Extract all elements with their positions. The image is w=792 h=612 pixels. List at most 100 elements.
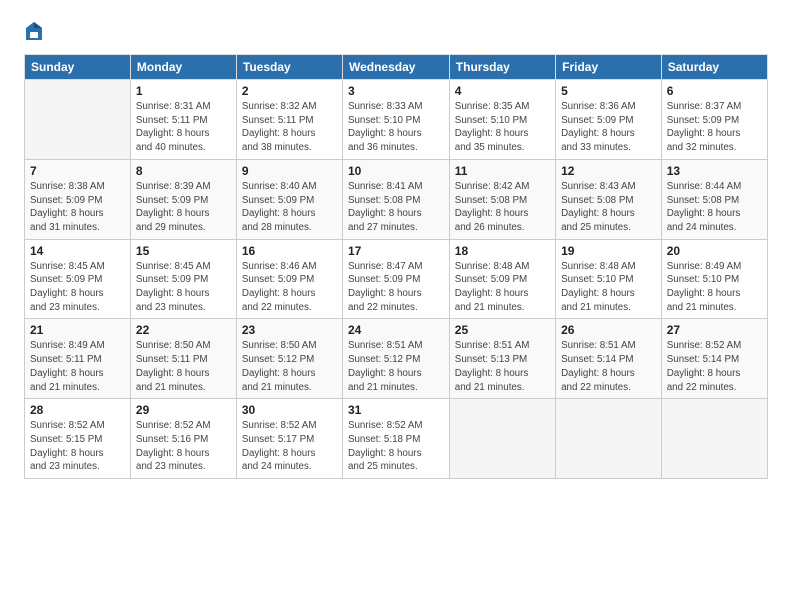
day-number: 12 (561, 164, 656, 178)
day-info: Sunrise: 8:52 AM Sunset: 5:15 PM Dayligh… (30, 419, 125, 474)
weekday-saturday: Saturday (661, 55, 767, 80)
calendar-body: 1 Sunrise: 8:31 AM Sunset: 5:11 PM Daylig… (25, 80, 768, 479)
day-number: 11 (455, 164, 550, 178)
day-cell: 21 Sunrise: 8:49 AM Sunset: 5:11 PM Dayli… (25, 319, 131, 399)
day-number: 29 (136, 403, 231, 417)
day-info: Sunrise: 8:52 AM Sunset: 5:16 PM Dayligh… (136, 419, 231, 474)
week-row-1: 1 Sunrise: 8:31 AM Sunset: 5:11 PM Daylig… (25, 80, 768, 160)
day-info: Sunrise: 8:44 AM Sunset: 5:08 PM Dayligh… (667, 180, 762, 235)
day-info: Sunrise: 8:46 AM Sunset: 5:09 PM Dayligh… (242, 260, 337, 315)
day-cell: 24Sunrise: 8:51 AM Sunset: 5:12 PM Dayli… (342, 319, 449, 399)
day-info: Sunrise: 8:40 AM Sunset: 5:09 PM Dayligh… (242, 180, 337, 235)
week-row-2: 7 Sunrise: 8:38 AM Sunset: 5:09 PM Daylig… (25, 159, 768, 239)
day-cell: 29 Sunrise: 8:52 AM Sunset: 5:16 PM Dayli… (130, 399, 236, 479)
day-number: 3 (348, 84, 444, 98)
day-number: 23 (242, 323, 337, 337)
day-cell: 13 Sunrise: 8:44 AM Sunset: 5:08 PM Dayli… (661, 159, 767, 239)
header (24, 20, 768, 42)
day-info: Sunrise: 8:37 AM Sunset: 5:09 PM Dayligh… (667, 100, 762, 155)
day-number: 28 (30, 403, 125, 417)
day-cell: 6 Sunrise: 8:37 AM Sunset: 5:09 PM Daylig… (661, 80, 767, 160)
day-number: 5 (561, 84, 656, 98)
weekday-wednesday: Wednesday (342, 55, 449, 80)
weekday-sunday: Sunday (25, 55, 131, 80)
day-cell: 12Sunrise: 8:43 AM Sunset: 5:08 PM Dayli… (556, 159, 662, 239)
weekday-thursday: Thursday (449, 55, 555, 80)
logo-icon (24, 20, 44, 42)
day-info: Sunrise: 8:42 AM Sunset: 5:08 PM Dayligh… (455, 180, 550, 235)
day-cell: 27Sunrise: 8:52 AM Sunset: 5:14 PM Dayli… (661, 319, 767, 399)
day-number: 2 (242, 84, 337, 98)
day-number: 25 (455, 323, 550, 337)
day-cell (556, 399, 662, 479)
day-cell: 25 Sunrise: 8:51 AM Sunset: 5:13 PM Dayli… (449, 319, 555, 399)
day-cell: 15 Sunrise: 8:45 AM Sunset: 5:09 PM Dayli… (130, 239, 236, 319)
day-cell: 10Sunrise: 8:41 AM Sunset: 5:08 PM Dayli… (342, 159, 449, 239)
day-info: Sunrise: 8:39 AM Sunset: 5:09 PM Dayligh… (136, 180, 231, 235)
day-cell: 28 Sunrise: 8:52 AM Sunset: 5:15 PM Dayli… (25, 399, 131, 479)
day-number: 16 (242, 244, 337, 258)
calendar-table: SundayMondayTuesdayWednesdayThursdayFrid… (24, 54, 768, 479)
day-info: Sunrise: 8:51 AM Sunset: 5:14 PM Dayligh… (561, 339, 656, 394)
day-cell: 9 Sunrise: 8:40 AM Sunset: 5:09 PM Daylig… (236, 159, 342, 239)
day-info: Sunrise: 8:51 AM Sunset: 5:12 PM Dayligh… (348, 339, 444, 394)
day-info: Sunrise: 8:45 AM Sunset: 5:09 PM Dayligh… (30, 260, 125, 315)
day-number: 4 (455, 84, 550, 98)
day-number: 13 (667, 164, 762, 178)
day-cell (449, 399, 555, 479)
day-cell: 4 Sunrise: 8:35 AM Sunset: 5:10 PM Daylig… (449, 80, 555, 160)
day-cell (25, 80, 131, 160)
day-cell: 16 Sunrise: 8:46 AM Sunset: 5:09 PM Dayli… (236, 239, 342, 319)
day-cell: 7 Sunrise: 8:38 AM Sunset: 5:09 PM Daylig… (25, 159, 131, 239)
day-cell: 2Sunrise: 8:32 AM Sunset: 5:11 PM Daylig… (236, 80, 342, 160)
day-number: 7 (30, 164, 125, 178)
day-number: 6 (667, 84, 762, 98)
day-cell: 14 Sunrise: 8:45 AM Sunset: 5:09 PM Dayli… (25, 239, 131, 319)
day-cell (661, 399, 767, 479)
day-number: 22 (136, 323, 231, 337)
day-number: 27 (667, 323, 762, 337)
day-info: Sunrise: 8:35 AM Sunset: 5:10 PM Dayligh… (455, 100, 550, 155)
day-info: Sunrise: 8:31 AM Sunset: 5:11 PM Dayligh… (136, 100, 231, 155)
day-info: Sunrise: 8:33 AM Sunset: 5:10 PM Dayligh… (348, 100, 444, 155)
day-number: 21 (30, 323, 125, 337)
day-cell: 3 Sunrise: 8:33 AM Sunset: 5:10 PM Daylig… (342, 80, 449, 160)
day-info: Sunrise: 8:48 AM Sunset: 5:09 PM Dayligh… (455, 260, 550, 315)
week-row-4: 21 Sunrise: 8:49 AM Sunset: 5:11 PM Dayli… (25, 319, 768, 399)
day-number: 31 (348, 403, 444, 417)
day-number: 30 (242, 403, 337, 417)
day-number: 9 (242, 164, 337, 178)
day-info: Sunrise: 8:52 AM Sunset: 5:18 PM Dayligh… (348, 419, 444, 474)
day-info: Sunrise: 8:49 AM Sunset: 5:11 PM Dayligh… (30, 339, 125, 394)
day-cell: 17 Sunrise: 8:47 AM Sunset: 5:09 PM Dayli… (342, 239, 449, 319)
day-number: 1 (136, 84, 231, 98)
day-cell: 1 Sunrise: 8:31 AM Sunset: 5:11 PM Daylig… (130, 80, 236, 160)
day-cell: 20 Sunrise: 8:49 AM Sunset: 5:10 PM Dayli… (661, 239, 767, 319)
day-number: 10 (348, 164, 444, 178)
day-number: 14 (30, 244, 125, 258)
logo (24, 20, 46, 42)
day-info: Sunrise: 8:52 AM Sunset: 5:17 PM Dayligh… (242, 419, 337, 474)
day-number: 17 (348, 244, 444, 258)
calendar-header: SundayMondayTuesdayWednesdayThursdayFrid… (25, 55, 768, 80)
day-info: Sunrise: 8:50 AM Sunset: 5:12 PM Dayligh… (242, 339, 337, 394)
weekday-friday: Friday (556, 55, 662, 80)
day-cell: 8 Sunrise: 8:39 AM Sunset: 5:09 PM Daylig… (130, 159, 236, 239)
day-info: Sunrise: 8:38 AM Sunset: 5:09 PM Dayligh… (30, 180, 125, 235)
day-cell: 22 Sunrise: 8:50 AM Sunset: 5:11 PM Dayli… (130, 319, 236, 399)
day-info: Sunrise: 8:47 AM Sunset: 5:09 PM Dayligh… (348, 260, 444, 315)
day-number: 26 (561, 323, 656, 337)
day-info: Sunrise: 8:51 AM Sunset: 5:13 PM Dayligh… (455, 339, 550, 394)
day-info: Sunrise: 8:50 AM Sunset: 5:11 PM Dayligh… (136, 339, 231, 394)
day-number: 15 (136, 244, 231, 258)
day-info: Sunrise: 8:36 AM Sunset: 5:09 PM Dayligh… (561, 100, 656, 155)
weekday-row: SundayMondayTuesdayWednesdayThursdayFrid… (25, 55, 768, 80)
day-info: Sunrise: 8:45 AM Sunset: 5:09 PM Dayligh… (136, 260, 231, 315)
day-number: 8 (136, 164, 231, 178)
day-cell: 19Sunrise: 8:48 AM Sunset: 5:10 PM Dayli… (556, 239, 662, 319)
day-number: 20 (667, 244, 762, 258)
day-cell: 11 Sunrise: 8:42 AM Sunset: 5:08 PM Dayli… (449, 159, 555, 239)
week-row-5: 28 Sunrise: 8:52 AM Sunset: 5:15 PM Dayli… (25, 399, 768, 479)
day-info: Sunrise: 8:49 AM Sunset: 5:10 PM Dayligh… (667, 260, 762, 315)
page: SundayMondayTuesdayWednesdayThursdayFrid… (0, 0, 792, 495)
